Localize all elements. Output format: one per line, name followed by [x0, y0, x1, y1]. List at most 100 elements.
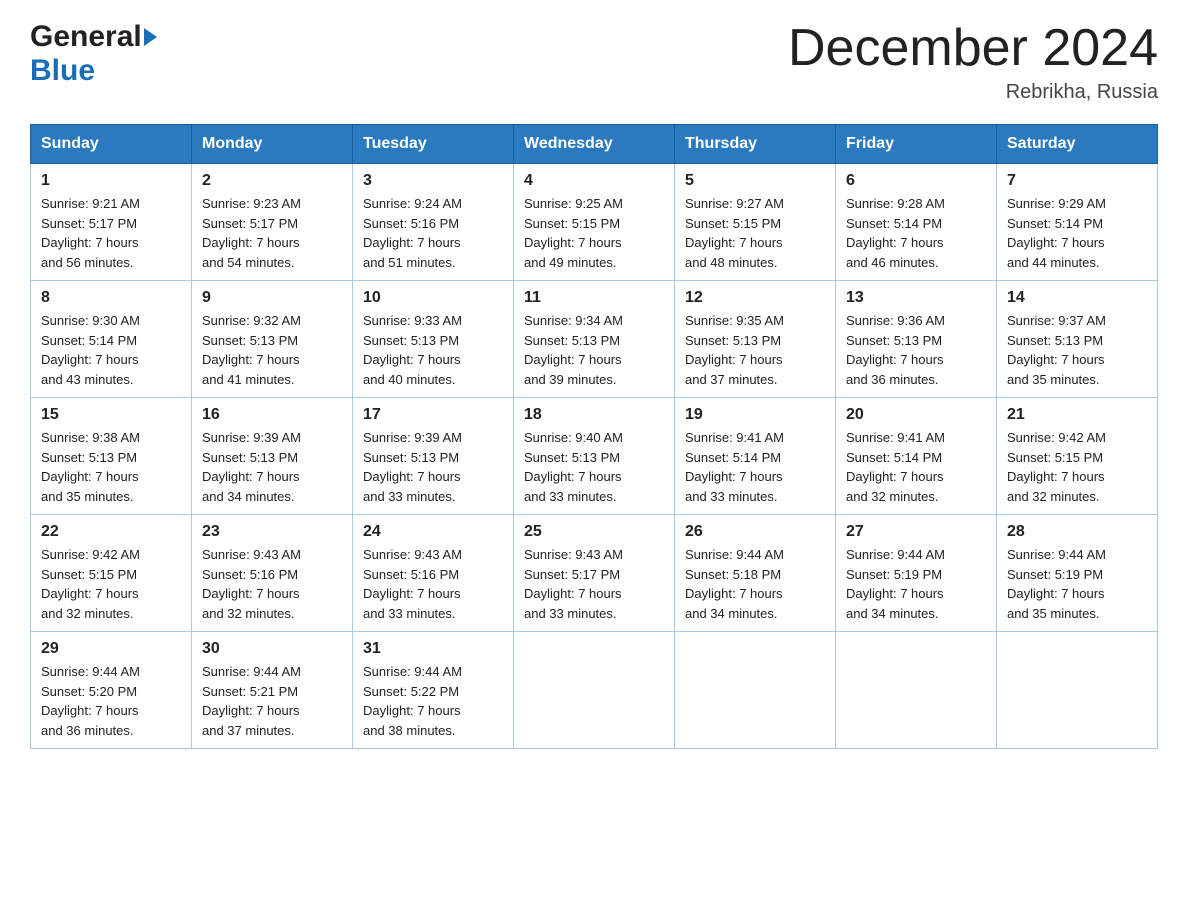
day-number: 19 [685, 406, 825, 424]
day-info: Sunrise: 9:44 AMSunset: 5:21 PMDaylight:… [202, 662, 342, 740]
calendar-header-row: Sunday Monday Tuesday Wednesday Thursday… [31, 125, 1158, 164]
day-info: Sunrise: 9:44 AMSunset: 5:19 PMDaylight:… [846, 545, 986, 623]
day-info: Sunrise: 9:28 AMSunset: 5:14 PMDaylight:… [846, 194, 986, 272]
day-info: Sunrise: 9:39 AMSunset: 5:13 PMDaylight:… [363, 428, 503, 506]
day-info: Sunrise: 9:21 AMSunset: 5:17 PMDaylight:… [41, 194, 181, 272]
day-number: 29 [41, 640, 181, 658]
col-wednesday: Wednesday [514, 125, 675, 164]
calendar-week-row: 15 Sunrise: 9:38 AMSunset: 5:13 PMDaylig… [31, 398, 1158, 515]
day-info: Sunrise: 9:35 AMSunset: 5:13 PMDaylight:… [685, 311, 825, 389]
day-info: Sunrise: 9:27 AMSunset: 5:15 PMDaylight:… [685, 194, 825, 272]
calendar-week-row: 8 Sunrise: 9:30 AMSunset: 5:14 PMDayligh… [31, 281, 1158, 398]
day-info: Sunrise: 9:44 AMSunset: 5:19 PMDaylight:… [1007, 545, 1147, 623]
day-number: 24 [363, 523, 503, 541]
day-number: 23 [202, 523, 342, 541]
day-number: 22 [41, 523, 181, 541]
table-row: 27 Sunrise: 9:44 AMSunset: 5:19 PMDaylig… [836, 515, 997, 632]
day-info: Sunrise: 9:23 AMSunset: 5:17 PMDaylight:… [202, 194, 342, 272]
day-info: Sunrise: 9:25 AMSunset: 5:15 PMDaylight:… [524, 194, 664, 272]
day-info: Sunrise: 9:38 AMSunset: 5:13 PMDaylight:… [41, 428, 181, 506]
day-info: Sunrise: 9:33 AMSunset: 5:13 PMDaylight:… [363, 311, 503, 389]
table-row [514, 632, 675, 749]
day-info: Sunrise: 9:24 AMSunset: 5:16 PMDaylight:… [363, 194, 503, 272]
table-row: 16 Sunrise: 9:39 AMSunset: 5:13 PMDaylig… [192, 398, 353, 515]
table-row: 2 Sunrise: 9:23 AMSunset: 5:17 PMDayligh… [192, 164, 353, 281]
day-number: 31 [363, 640, 503, 658]
col-saturday: Saturday [997, 125, 1158, 164]
day-number: 14 [1007, 289, 1147, 307]
table-row: 17 Sunrise: 9:39 AMSunset: 5:13 PMDaylig… [353, 398, 514, 515]
logo-arrow-icon [144, 28, 157, 46]
table-row: 20 Sunrise: 9:41 AMSunset: 5:14 PMDaylig… [836, 398, 997, 515]
day-number: 15 [41, 406, 181, 424]
table-row: 13 Sunrise: 9:36 AMSunset: 5:13 PMDaylig… [836, 281, 997, 398]
table-row: 31 Sunrise: 9:44 AMSunset: 5:22 PMDaylig… [353, 632, 514, 749]
day-number: 9 [202, 289, 342, 307]
page-header: General Blue December 2024 Rebrikha, Rus… [30, 20, 1158, 104]
day-info: Sunrise: 9:43 AMSunset: 5:16 PMDaylight:… [202, 545, 342, 623]
location-subtitle: Rebrikha, Russia [788, 81, 1158, 104]
table-row: 26 Sunrise: 9:44 AMSunset: 5:18 PMDaylig… [675, 515, 836, 632]
calendar-week-row: 29 Sunrise: 9:44 AMSunset: 5:20 PMDaylig… [31, 632, 1158, 749]
table-row: 12 Sunrise: 9:35 AMSunset: 5:13 PMDaylig… [675, 281, 836, 398]
table-row: 11 Sunrise: 9:34 AMSunset: 5:13 PMDaylig… [514, 281, 675, 398]
day-number: 30 [202, 640, 342, 658]
day-info: Sunrise: 9:43 AMSunset: 5:16 PMDaylight:… [363, 545, 503, 623]
day-info: Sunrise: 9:37 AMSunset: 5:13 PMDaylight:… [1007, 311, 1147, 389]
day-info: Sunrise: 9:44 AMSunset: 5:18 PMDaylight:… [685, 545, 825, 623]
day-number: 13 [846, 289, 986, 307]
day-info: Sunrise: 9:44 AMSunset: 5:20 PMDaylight:… [41, 662, 181, 740]
table-row: 7 Sunrise: 9:29 AMSunset: 5:14 PMDayligh… [997, 164, 1158, 281]
day-info: Sunrise: 9:39 AMSunset: 5:13 PMDaylight:… [202, 428, 342, 506]
table-row: 9 Sunrise: 9:32 AMSunset: 5:13 PMDayligh… [192, 281, 353, 398]
day-info: Sunrise: 9:36 AMSunset: 5:13 PMDaylight:… [846, 311, 986, 389]
day-number: 8 [41, 289, 181, 307]
table-row: 18 Sunrise: 9:40 AMSunset: 5:13 PMDaylig… [514, 398, 675, 515]
table-row: 28 Sunrise: 9:44 AMSunset: 5:19 PMDaylig… [997, 515, 1158, 632]
day-number: 25 [524, 523, 664, 541]
day-number: 2 [202, 172, 342, 190]
table-row: 1 Sunrise: 9:21 AMSunset: 5:17 PMDayligh… [31, 164, 192, 281]
calendar-table: Sunday Monday Tuesday Wednesday Thursday… [30, 124, 1158, 749]
table-row: 14 Sunrise: 9:37 AMSunset: 5:13 PMDaylig… [997, 281, 1158, 398]
table-row: 21 Sunrise: 9:42 AMSunset: 5:15 PMDaylig… [997, 398, 1158, 515]
table-row: 3 Sunrise: 9:24 AMSunset: 5:16 PMDayligh… [353, 164, 514, 281]
table-row: 5 Sunrise: 9:27 AMSunset: 5:15 PMDayligh… [675, 164, 836, 281]
col-thursday: Thursday [675, 125, 836, 164]
col-tuesday: Tuesday [353, 125, 514, 164]
day-info: Sunrise: 9:41 AMSunset: 5:14 PMDaylight:… [846, 428, 986, 506]
day-number: 18 [524, 406, 664, 424]
table-row: 30 Sunrise: 9:44 AMSunset: 5:21 PMDaylig… [192, 632, 353, 749]
day-info: Sunrise: 9:30 AMSunset: 5:14 PMDaylight:… [41, 311, 181, 389]
day-number: 21 [1007, 406, 1147, 424]
table-row: 15 Sunrise: 9:38 AMSunset: 5:13 PMDaylig… [31, 398, 192, 515]
day-info: Sunrise: 9:40 AMSunset: 5:13 PMDaylight:… [524, 428, 664, 506]
day-number: 5 [685, 172, 825, 190]
table-row: 6 Sunrise: 9:28 AMSunset: 5:14 PMDayligh… [836, 164, 997, 281]
day-info: Sunrise: 9:42 AMSunset: 5:15 PMDaylight:… [41, 545, 181, 623]
table-row: 24 Sunrise: 9:43 AMSunset: 5:16 PMDaylig… [353, 515, 514, 632]
table-row: 8 Sunrise: 9:30 AMSunset: 5:14 PMDayligh… [31, 281, 192, 398]
table-row: 25 Sunrise: 9:43 AMSunset: 5:17 PMDaylig… [514, 515, 675, 632]
day-number: 4 [524, 172, 664, 190]
day-info: Sunrise: 9:42 AMSunset: 5:15 PMDaylight:… [1007, 428, 1147, 506]
title-block: December 2024 Rebrikha, Russia [788, 20, 1158, 104]
day-info: Sunrise: 9:29 AMSunset: 5:14 PMDaylight:… [1007, 194, 1147, 272]
col-sunday: Sunday [31, 125, 192, 164]
col-monday: Monday [192, 125, 353, 164]
day-info: Sunrise: 9:32 AMSunset: 5:13 PMDaylight:… [202, 311, 342, 389]
col-friday: Friday [836, 125, 997, 164]
day-number: 11 [524, 289, 664, 307]
day-number: 1 [41, 172, 181, 190]
logo: General Blue [30, 20, 157, 88]
table-row: 29 Sunrise: 9:44 AMSunset: 5:20 PMDaylig… [31, 632, 192, 749]
table-row [997, 632, 1158, 749]
day-number: 10 [363, 289, 503, 307]
calendar-week-row: 22 Sunrise: 9:42 AMSunset: 5:15 PMDaylig… [31, 515, 1158, 632]
day-number: 20 [846, 406, 986, 424]
table-row: 19 Sunrise: 9:41 AMSunset: 5:14 PMDaylig… [675, 398, 836, 515]
logo-blue-text: Blue [30, 54, 157, 88]
table-row: 10 Sunrise: 9:33 AMSunset: 5:13 PMDaylig… [353, 281, 514, 398]
table-row: 22 Sunrise: 9:42 AMSunset: 5:15 PMDaylig… [31, 515, 192, 632]
month-year-title: December 2024 [788, 20, 1158, 77]
